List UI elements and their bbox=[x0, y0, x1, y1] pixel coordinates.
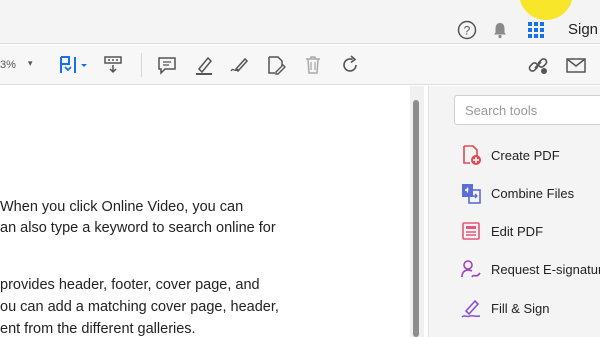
notification-bell-icon[interactable] bbox=[490, 20, 510, 40]
search-tools-input[interactable] bbox=[455, 96, 600, 124]
combine-files-icon bbox=[460, 182, 482, 204]
delete-button[interactable] bbox=[302, 54, 324, 76]
tool-fill-sign[interactable]: Fill & Sign bbox=[460, 297, 600, 321]
rotate-button[interactable] bbox=[339, 54, 361, 76]
fit-options-chevron[interactable] bbox=[80, 54, 88, 76]
fit-page-icon bbox=[60, 56, 76, 73]
document-text-line: ent from the different galleries. bbox=[0, 321, 196, 337]
fit-page-button[interactable] bbox=[57, 54, 79, 76]
tool-request-esignatures[interactable]: Request E-signatures bbox=[460, 258, 600, 282]
document-text-line: an also type a keyword to search online … bbox=[0, 220, 276, 236]
pen-draw-icon bbox=[230, 57, 249, 73]
document-page[interactable]: When you click Online Video, you can an … bbox=[0, 86, 410, 337]
tool-create-pdf[interactable]: Create PDF bbox=[460, 144, 600, 168]
highlighter-icon bbox=[196, 56, 213, 75]
chevron-down-icon bbox=[81, 64, 87, 67]
toolbar: 3% ▾ bbox=[0, 45, 600, 85]
edit-document-icon bbox=[268, 56, 286, 75]
tool-combine-files[interactable]: Combine Files bbox=[460, 182, 600, 206]
comment-button[interactable] bbox=[156, 54, 178, 76]
draw-button[interactable] bbox=[229, 54, 251, 76]
link-share-icon bbox=[528, 58, 548, 74]
svg-text:?: ? bbox=[464, 24, 471, 38]
comment-icon bbox=[158, 57, 176, 75]
sign-in-button[interactable]: Sign bbox=[568, 21, 598, 38]
document-text-line: provides header, footer, cover page, and bbox=[0, 277, 260, 293]
toolbar-divider bbox=[141, 53, 142, 77]
trash-icon bbox=[306, 56, 320, 74]
tool-label: Edit PDF bbox=[491, 224, 544, 239]
document-text-line: When you click Online Video, you can bbox=[0, 199, 244, 215]
cursor-highlight bbox=[519, 0, 573, 20]
apps-grid-icon[interactable] bbox=[526, 20, 546, 40]
mail-icon bbox=[566, 58, 586, 73]
search-tools-field[interactable] bbox=[454, 95, 600, 125]
zoom-dropdown[interactable]: 3% ▾ bbox=[0, 56, 40, 76]
share-link-button[interactable] bbox=[527, 54, 549, 76]
chevron-down-icon: ▾ bbox=[28, 58, 33, 68]
fill-sign-icon bbox=[460, 297, 482, 319]
scroll-mode-button[interactable] bbox=[102, 54, 124, 76]
title-bar: ? Sign bbox=[0, 0, 600, 44]
tool-label: Combine Files bbox=[491, 186, 575, 201]
email-button[interactable] bbox=[565, 54, 587, 76]
zoom-value: 3% bbox=[0, 59, 16, 71]
tool-label: Create PDF bbox=[491, 148, 560, 163]
tool-edit-pdf[interactable]: Edit PDF bbox=[460, 220, 600, 244]
tool-label: Request E-signatures bbox=[491, 262, 600, 277]
edit-text-button[interactable] bbox=[265, 54, 287, 76]
help-icon[interactable]: ? bbox=[457, 20, 477, 40]
scrollbar-thumb[interactable] bbox=[413, 100, 419, 337]
request-esign-icon bbox=[460, 258, 482, 280]
edit-pdf-icon bbox=[460, 220, 482, 242]
tool-label: Fill & Sign bbox=[491, 301, 550, 316]
page-scroll-icon bbox=[104, 56, 122, 74]
create-pdf-icon bbox=[460, 144, 482, 166]
document-text-line: ou can add a matching cover page, header… bbox=[0, 299, 279, 315]
highlight-button[interactable] bbox=[193, 54, 215, 76]
rotate-icon bbox=[343, 55, 357, 72]
